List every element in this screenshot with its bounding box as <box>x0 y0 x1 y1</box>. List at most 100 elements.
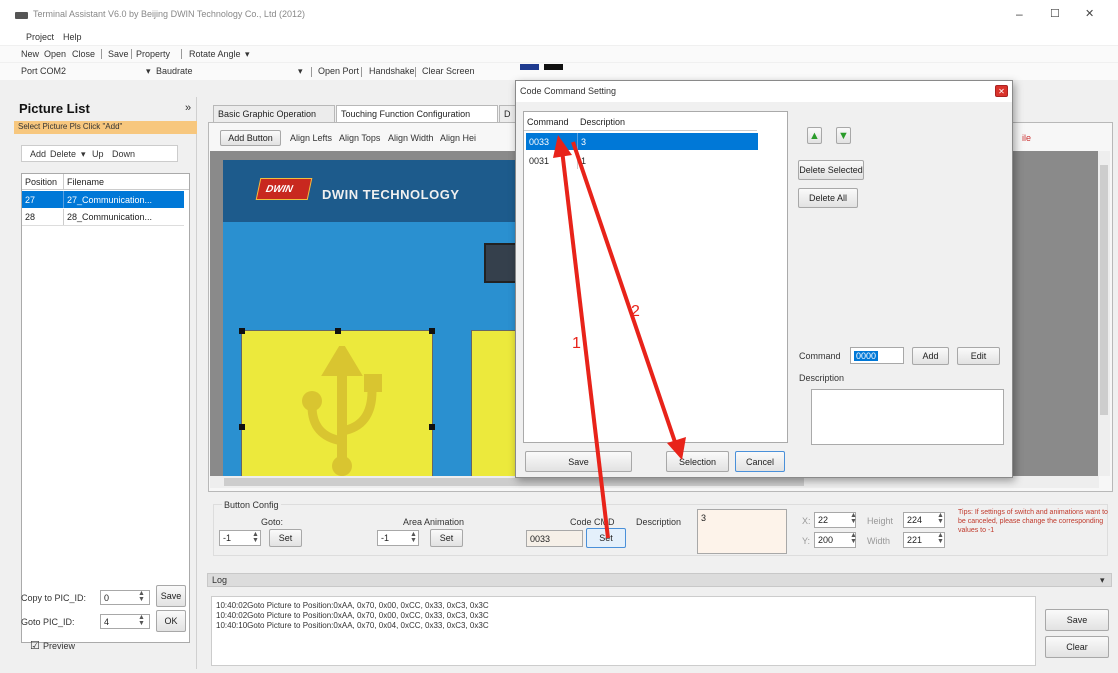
dialog-save-button[interactable]: Save <box>525 451 632 472</box>
collapse-icon[interactable]: » <box>185 102 191 114</box>
toolbar-new[interactable]: New <box>21 49 39 59</box>
chevron-down-icon[interactable]: ▾ <box>81 149 86 160</box>
vertical-scrollbar[interactable] <box>1098 151 1110 476</box>
table-row[interactable]: 0031 1 <box>526 152 758 169</box>
goto-set-button[interactable]: Set <box>269 529 302 547</box>
tab-basic-graphic[interactable]: Basic Graphic Operation <box>213 105 335 122</box>
stepper-icon[interactable]: ▲ ▼ <box>138 614 145 627</box>
stepper-icon[interactable]: ▲ ▼ <box>850 532 857 545</box>
code-cmd-label: Code CMD <box>570 517 615 527</box>
close-icon[interactable]: ✕ <box>1085 7 1094 20</box>
scrollbar-thumb[interactable] <box>224 478 804 486</box>
maximize-icon[interactable]: ☐ <box>1050 7 1060 20</box>
code-cmd-set-button[interactable]: Set <box>586 528 626 548</box>
dialog-cancel-button[interactable]: Cancel <box>735 451 785 472</box>
right-header-label: ile <box>1022 133 1032 143</box>
minimize-icon[interactable]: – <box>1016 7 1023 21</box>
selection-handle[interactable] <box>239 328 245 334</box>
edit-command-button[interactable]: Edit <box>957 347 1000 365</box>
preview-checkbox[interactable]: ☑ <box>30 639 40 652</box>
log-header: Log ▾ <box>207 573 1112 587</box>
second-button-yellow[interactable] <box>471 330 520 476</box>
align-tops-button[interactable]: Align Tops <box>339 133 380 143</box>
stepper-icon[interactable]: ▲ ▼ <box>937 512 944 525</box>
copy-save-button[interactable]: Save <box>156 585 186 607</box>
menu-project[interactable]: Project <box>26 32 54 42</box>
height-label: Height <box>867 516 894 526</box>
delete-picture-button[interactable]: Delete <box>50 149 76 159</box>
x-label: X: <box>802 516 811 526</box>
toolbar-rotate-angle[interactable]: Rotate Angle <box>189 49 241 59</box>
dwin-logo: DWIN <box>255 178 313 200</box>
usb-button-yellow[interactable] <box>239 328 435 476</box>
toolbar-separator <box>131 49 132 59</box>
y-label: Y: <box>802 536 811 546</box>
menu-help[interactable]: Help <box>63 32 82 42</box>
selection-handle[interactable] <box>429 328 435 334</box>
chevron-down-icon[interactable]: ▾ <box>146 66 151 77</box>
log-textarea[interactable]: 10:40:02Goto Picture to Position:0xAA, 0… <box>211 596 1036 666</box>
chevron-down-icon[interactable]: ▾ <box>298 66 303 77</box>
port-select[interactable]: COM2 <box>40 66 66 76</box>
command-label: Command <box>799 351 841 361</box>
toolbar-property[interactable]: Property <box>136 49 170 59</box>
open-port-button[interactable]: Open Port <box>318 66 359 76</box>
usb-icon <box>302 346 382 476</box>
selection-handle[interactable] <box>429 424 435 430</box>
table-header: Position Filename <box>22 174 189 190</box>
code-cmd-input[interactable]: 0033 <box>526 530 583 547</box>
dialog-close-icon[interactable]: ✕ <box>995 85 1008 97</box>
stepper-icon[interactable]: ▲ ▼ <box>410 531 417 544</box>
move-down-button[interactable]: Down <box>112 149 135 159</box>
selection-button[interactable]: Selection <box>666 451 729 472</box>
delete-selected-button[interactable]: Delete Selected <box>798 160 864 180</box>
title-bar: Terminal Assistant V6.0 by Beijing DWIN … <box>0 0 1118 30</box>
stepper-icon[interactable]: ▲ ▼ <box>850 512 857 525</box>
picture-list-toolbar: Add Delete ▾ Up Down <box>21 145 178 162</box>
goto-ok-button[interactable]: OK <box>156 610 186 632</box>
chevron-down-icon[interactable]: ▾ <box>245 49 250 60</box>
toolbar-open[interactable]: Open <box>44 49 66 59</box>
dialog-description-input[interactable] <box>811 389 1004 445</box>
picture-list-table: Position Filename 27 27_Communication...… <box>21 173 190 643</box>
align-height-button[interactable]: Align Hei <box>440 133 476 143</box>
goto-pic-label: Goto PIC_ID: <box>21 617 75 627</box>
add-picture-button[interactable]: Add <box>30 149 46 159</box>
stepper-icon[interactable]: ▲ ▼ <box>138 590 145 603</box>
add-command-button[interactable]: Add <box>912 347 949 365</box>
clear-screen-button[interactable]: Clear Screen <box>422 66 475 76</box>
toolbar-separator <box>311 67 312 77</box>
move-down-icon[interactable]: ▼ <box>836 127 851 144</box>
description-input[interactable]: 3 <box>697 509 787 554</box>
tips-text: Tips: If settings of switch and animatio… <box>958 509 1108 534</box>
toolbar-close[interactable]: Close <box>72 49 95 59</box>
chevron-down-icon[interactable]: ▾ <box>1100 575 1105 586</box>
log-line: 10:40:10Goto Picture to Position:0xAA, 0… <box>216 621 489 630</box>
table-row[interactable]: 0033 3 <box>526 133 758 150</box>
handshake-button[interactable]: Handshake <box>369 66 415 76</box>
command-input[interactable]: 0000 <box>850 347 904 364</box>
align-lefts-button[interactable]: Align Lefts <box>290 133 332 143</box>
log-clear-button[interactable]: Clear <box>1045 636 1109 658</box>
toolbar-separator <box>361 67 362 77</box>
log-save-button[interactable]: Save <box>1045 609 1109 631</box>
tab-touching-function[interactable]: Touching Function Configuration <box>336 105 498 122</box>
stepper-icon[interactable]: ▲ ▼ <box>937 532 944 545</box>
table-header: Command Description <box>524 114 757 131</box>
toolbar-save[interactable]: Save <box>108 49 129 59</box>
delete-all-button[interactable]: Delete All <box>798 188 858 208</box>
log-line: 10:40:02Goto Picture to Position:0xAA, 0… <box>216 611 489 620</box>
toolbar: New Open Close Save Property Rotate Angl… <box>0 46 1118 62</box>
move-up-button[interactable]: Up <box>92 149 104 159</box>
selection-handle[interactable] <box>335 328 341 334</box>
table-row[interactable]: 28 28_Communication... <box>22 209 184 226</box>
add-button-button[interactable]: Add Button <box>220 130 281 146</box>
move-up-icon[interactable]: ▲ <box>807 127 822 144</box>
annotation-label-2: 2 <box>631 303 640 320</box>
area-animation-set-button[interactable]: Set <box>430 529 463 547</box>
stepper-icon[interactable]: ▲ ▼ <box>252 531 259 544</box>
table-row[interactable]: 27 27_Communication... <box>22 191 184 208</box>
align-width-button[interactable]: Align Width <box>388 133 434 143</box>
scrollbar-thumb[interactable] <box>1100 165 1108 415</box>
selection-handle[interactable] <box>239 424 245 430</box>
